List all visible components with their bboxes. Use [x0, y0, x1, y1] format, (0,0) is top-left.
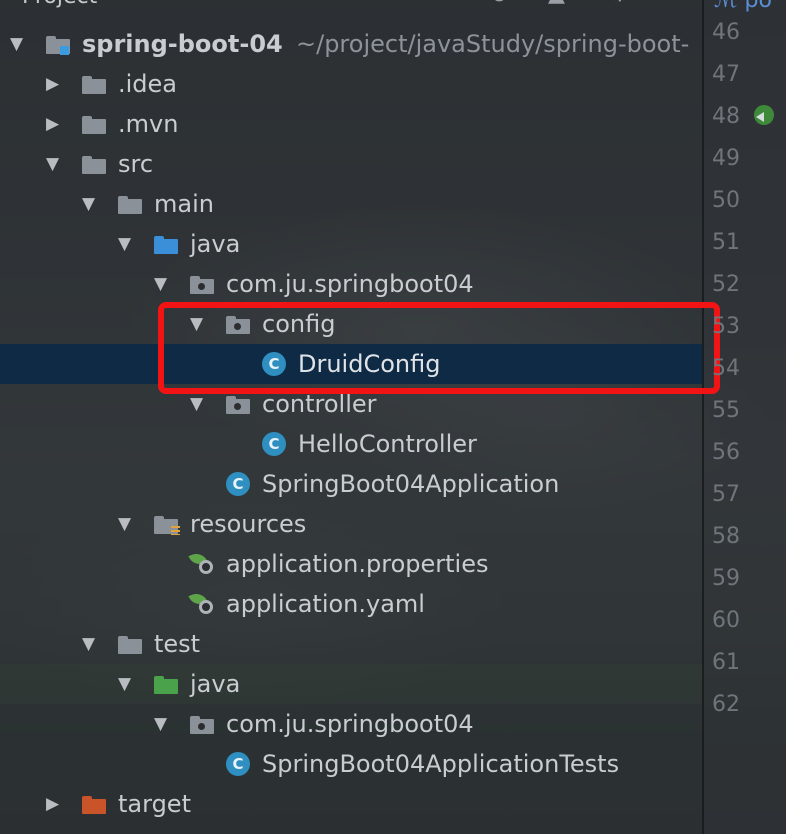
line-number: 51	[712, 230, 740, 255]
tree-item-label: src	[118, 150, 154, 178]
tree-item-label: .idea	[118, 70, 178, 98]
tree-item-label: SpringBoot04ApplicationTests	[262, 750, 620, 778]
line-number: 52	[712, 272, 740, 297]
tree-row-mvn[interactable]: ▶ .mvn	[0, 104, 702, 144]
tree-item-label: application.yaml	[226, 590, 425, 618]
expand-arrow-icon[interactable]: ▶	[46, 104, 68, 144]
tree-item-label: target	[118, 790, 191, 818]
tree-row-package[interactable]: ▼ com.ju.springboot04	[0, 264, 702, 304]
tree-row-hellocontroller[interactable]: C HelloController	[0, 424, 702, 464]
module-folder-icon	[46, 33, 70, 55]
folder-icon	[118, 633, 142, 655]
line-number: 54	[712, 356, 740, 381]
tree-row-root[interactable]: ▼ spring-boot-04 ~/project/javaStudy/spr…	[0, 24, 702, 64]
expand-arrow-icon[interactable]: ▼	[118, 224, 140, 264]
line-number: 62	[712, 692, 740, 717]
tree-item-label: main	[154, 190, 214, 218]
expand-arrow-icon[interactable]: ▼	[118, 504, 140, 544]
line-number: 57	[712, 482, 740, 507]
tree-row-test-java[interactable]: ▼ java	[0, 664, 702, 704]
folder-icon	[82, 113, 106, 135]
target-icon[interactable]: ⊕	[490, 0, 508, 7]
editor-tab-label: po	[744, 0, 772, 13]
spring-config-icon	[188, 590, 214, 615]
folder-icon	[118, 193, 142, 215]
line-number: 61	[712, 650, 740, 675]
tree-row-app-yaml[interactable]: application.yaml	[0, 584, 702, 624]
line-number: 59	[712, 566, 740, 591]
line-number: 60	[712, 608, 740, 633]
tree-row-test-package[interactable]: ▼ com.ju.springboot04	[0, 704, 702, 744]
tree-row-test[interactable]: ▼ test	[0, 624, 702, 664]
tree-item-label: HelloController	[298, 430, 477, 458]
tree-row-main[interactable]: ▼ main	[0, 184, 702, 224]
expand-arrow-icon[interactable]: ▶	[46, 64, 68, 104]
tree-item-label: .mvn	[118, 110, 179, 138]
tree-item-label: resources	[190, 510, 307, 538]
tree-item-label: com.ju.springboot04	[226, 270, 474, 298]
tree-item-label: SpringBoot04Application	[262, 470, 560, 498]
tree-row-application-tests[interactable]: C SpringBoot04ApplicationTests	[0, 744, 702, 784]
highlight-annotation-box	[158, 302, 720, 394]
line-number: 46	[712, 20, 740, 45]
source-folder-icon	[154, 233, 178, 255]
editor-tab[interactable]: ℳ po	[714, 0, 772, 13]
collapse-icon[interactable]: ▲	[548, 0, 565, 7]
project-view-title[interactable]: Project	[22, 0, 97, 9]
root-label: spring-boot-04	[82, 30, 283, 58]
excluded-folder-icon	[82, 793, 106, 815]
expand-arrow-icon[interactable]: ▼	[10, 24, 32, 64]
expand-arrow-icon[interactable]: ▼	[82, 184, 104, 224]
tree-item-label: test	[154, 630, 201, 658]
line-number: 47	[712, 62, 740, 87]
tree-item-label: com.ju.springboot04	[226, 710, 474, 738]
tree-row-src[interactable]: ▼ src	[0, 144, 702, 184]
project-toolbar: Project ⊕ ▲ ⚙	[0, 0, 702, 12]
expand-arrow-icon[interactable]: ▼	[154, 704, 176, 744]
folder-icon	[82, 73, 106, 95]
tree-row-resources[interactable]: ▼ resources	[0, 504, 702, 544]
package-icon	[190, 273, 214, 295]
tree-item-label: java	[190, 670, 241, 698]
class-icon: C	[262, 432, 286, 456]
test-class-icon: C	[226, 752, 250, 776]
test-folder-icon	[154, 673, 178, 695]
expand-arrow-icon[interactable]: ▼	[82, 624, 104, 664]
folder-icon	[82, 153, 106, 175]
spring-config-icon	[188, 550, 214, 575]
root-path: ~/project/javaStudy/spring-boot-	[296, 30, 690, 58]
tree-item-label: application.properties	[226, 550, 489, 578]
maven-icon: ℳ	[714, 0, 738, 13]
tree-row-application[interactable]: C SpringBoot04Application	[0, 464, 702, 504]
spring-bean-gutter-icon[interactable]	[752, 103, 776, 127]
line-number: 53	[712, 314, 740, 339]
line-number: 50	[712, 188, 740, 213]
tree-row-java[interactable]: ▼ java	[0, 224, 702, 264]
line-number: 55	[712, 398, 740, 423]
line-number: 56	[712, 440, 740, 465]
tree-row-app-properties[interactable]: application.properties	[0, 544, 702, 584]
tree-row-target[interactable]: ▶ target	[0, 784, 702, 824]
package-icon	[226, 393, 250, 415]
expand-arrow-icon[interactable]: ▼	[118, 664, 140, 704]
expand-arrow-icon[interactable]: ▼	[154, 264, 176, 304]
line-number: 49	[712, 146, 740, 171]
line-number: 58	[712, 524, 740, 549]
resources-folder-icon	[154, 513, 180, 535]
tree-row-idea[interactable]: ▶ .idea	[0, 64, 702, 104]
spring-boot-class-icon: C	[226, 472, 250, 496]
tree-item-label: java	[190, 230, 241, 258]
expand-arrow-icon[interactable]: ▼	[46, 144, 68, 184]
package-icon	[190, 713, 214, 735]
expand-arrow-icon[interactable]: ▶	[46, 784, 68, 824]
gear-icon[interactable]: ⚙	[610, 0, 630, 7]
